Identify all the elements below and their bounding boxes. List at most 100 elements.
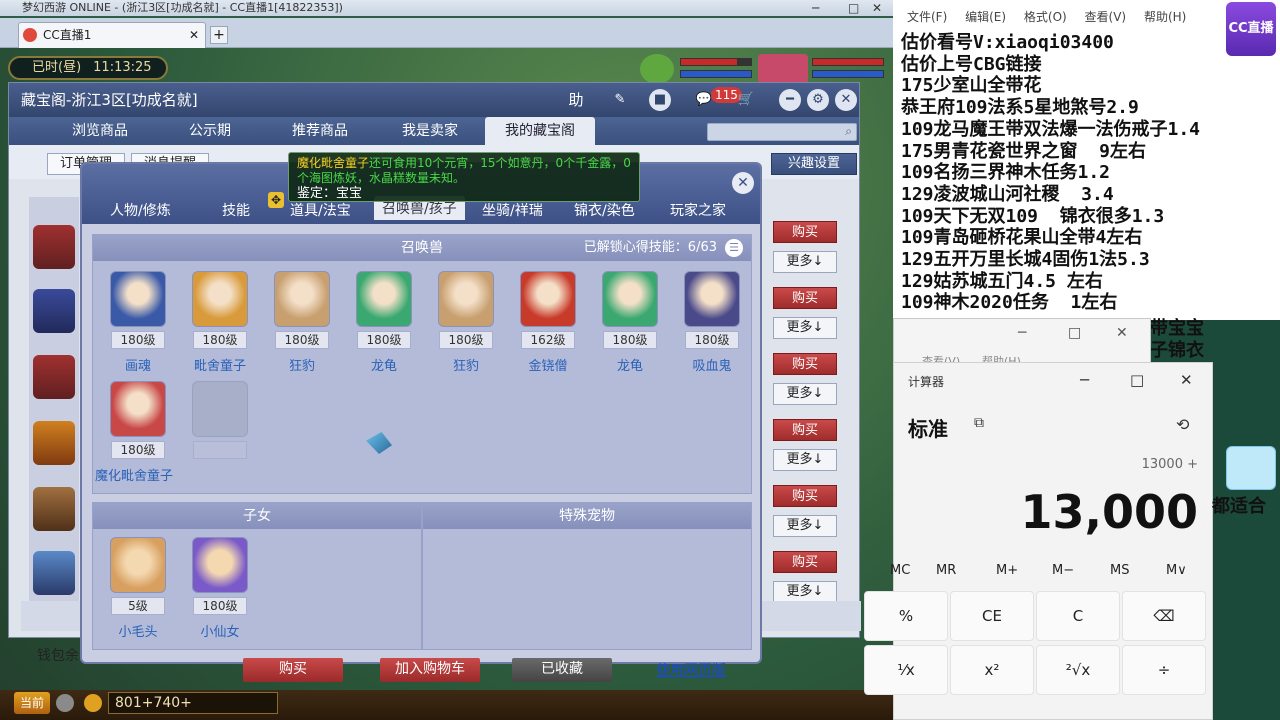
current-channel-button[interactable]: 当前 (14, 692, 50, 714)
memory-recall-button[interactable]: MR (936, 563, 956, 578)
add-to-cart-button[interactable]: 加入购物车 (380, 658, 480, 682)
tab-seller[interactable]: 我是卖家 (385, 117, 475, 145)
kid-card[interactable]: 5级 小毛头 (109, 537, 167, 640)
tab-mounts[interactable]: 坐骑/祥瑞 (482, 200, 543, 220)
empty-pet-slot[interactable] (191, 381, 249, 459)
close-icon[interactable]: ✕ (1180, 371, 1193, 389)
more-button[interactable]: 更多↓ (773, 581, 837, 603)
memory-store-button[interactable]: MS (1110, 563, 1129, 578)
more-button[interactable]: 更多↓ (773, 251, 837, 273)
pet-name[interactable]: 毗舍童子 (191, 355, 249, 374)
buy-button[interactable]: 购买 (773, 353, 837, 375)
listing-thumb[interactable] (33, 225, 75, 269)
pet-card[interactable]: 180级 龙龟 (601, 271, 659, 374)
menu-edit[interactable]: 编辑(E) (965, 10, 1006, 24)
menu-file[interactable]: 文件(F) (907, 10, 947, 24)
favorited-button[interactable]: 已收藏 (512, 658, 612, 682)
close-icon[interactable]: ✕ (835, 89, 857, 111)
cart-icon[interactable]: 🛒 (735, 89, 757, 111)
tab-items[interactable]: 道具/法宝 (290, 200, 351, 220)
square-button[interactable]: x² (950, 645, 1034, 695)
popup-close-icon[interactable]: ✕ (732, 172, 754, 194)
memory-subtract-button[interactable]: M− (1052, 563, 1074, 578)
microphone-icon[interactable] (56, 694, 74, 712)
backspace-button[interactable]: ⌫ (1122, 591, 1206, 641)
pet-name[interactable]: 狂豹 (437, 355, 495, 374)
tab-skills[interactable]: 技能 (222, 200, 250, 220)
pen-icon[interactable]: ✎ (609, 89, 631, 111)
stop-icon[interactable]: ■ (649, 89, 671, 111)
listing-thumb[interactable] (33, 487, 75, 531)
tab-character[interactable]: 人物/修炼 (110, 200, 171, 220)
pet-name[interactable]: 龙龟 (601, 355, 659, 374)
more-button[interactable]: 更多↓ (773, 383, 837, 405)
memory-clear-button[interactable]: MC (890, 563, 910, 578)
help-button[interactable]: 助 (565, 89, 587, 111)
minimize-icon[interactable]: ─ (1080, 371, 1089, 389)
pet-name[interactable]: 金铙僧 (519, 355, 577, 374)
web-version-link[interactable]: 使用网页版 (656, 660, 726, 680)
search-input[interactable]: ⌕ (707, 123, 857, 141)
pet-name[interactable]: 龙龟 (355, 355, 413, 374)
tab-browse[interactable]: 浏览商品 (55, 117, 145, 145)
close-icon[interactable]: ✕ (1116, 325, 1128, 341)
browser-tab[interactable]: CC直播1 ✕ (18, 22, 206, 48)
menu-icon[interactable]: ☰ (725, 239, 743, 257)
pet-name[interactable]: 画魂 (109, 355, 167, 374)
pet-card[interactable]: 162级 金铙僧 (519, 271, 577, 374)
pet-card[interactable]: 180级 画魂 (109, 271, 167, 374)
tab-public[interactable]: 公示期 (165, 117, 255, 145)
keep-on-top-icon[interactable]: ⧉ (974, 415, 984, 431)
pet-name[interactable]: 吸血鬼 (683, 355, 741, 374)
kid-name[interactable]: 小毛头 (109, 621, 167, 640)
tab-close-icon[interactable]: ✕ (189, 23, 199, 47)
clear-entry-button[interactable]: CE (950, 591, 1034, 641)
menu-help[interactable]: 帮助(H) (1144, 10, 1186, 24)
menu-format[interactable]: 格式(O) (1024, 10, 1067, 24)
memory-list-button[interactable]: M∨ (1166, 563, 1187, 578)
listing-thumb[interactable] (33, 551, 75, 595)
divide-button[interactable]: ÷ (1122, 645, 1206, 695)
close-icon[interactable]: ✕ (872, 0, 882, 16)
search-icon[interactable]: ⌕ (845, 124, 852, 139)
kid-name[interactable]: 小仙女 (191, 621, 249, 640)
buy-button[interactable]: 购买 (773, 287, 837, 309)
buy-button[interactable]: 购买 (773, 221, 837, 243)
buy-button[interactable]: 购买 (773, 419, 837, 441)
pet-name[interactable]: 魔化毗舍童子 (95, 465, 173, 484)
buy-button[interactable]: 购买 (773, 551, 837, 573)
menu-view[interactable]: 查看(V) (1085, 10, 1127, 24)
kid-card[interactable]: 180级 小仙女 (191, 537, 249, 640)
pet-card[interactable]: 180级 狂豹 (437, 271, 495, 374)
clear-button[interactable]: C (1036, 591, 1120, 641)
memory-add-button[interactable]: M+ (996, 563, 1018, 578)
notepad-text[interactable]: 估价看号V:xiaoqi03400 估价上号CBG链接 175少室山全带花 恭王府10… (901, 32, 1280, 314)
more-button[interactable]: 更多↓ (773, 515, 837, 537)
listing-thumb[interactable] (33, 289, 75, 333)
maximize-icon[interactable]: □ (1130, 371, 1144, 389)
settings-icon[interactable]: ⚙ (807, 89, 829, 111)
maximize-icon[interactable]: □ (848, 0, 859, 16)
coordinates-input[interactable]: 801+740+ (108, 692, 278, 714)
side-widget-icon[interactable] (1226, 446, 1276, 490)
interest-settings-button[interactable]: 兴趣设置 (771, 153, 857, 175)
pet-card[interactable]: 180级 魔化毗舍童子 (95, 381, 173, 484)
more-button[interactable]: 更多↓ (773, 317, 837, 339)
pet-card[interactable]: 180级 龙龟 (355, 271, 413, 374)
tab-my-cbg[interactable]: 我的藏宝阁 (485, 117, 595, 145)
minimize-icon[interactable]: ─ (812, 0, 819, 16)
player-portrait-icon[interactable] (758, 54, 808, 84)
minimize-icon[interactable]: ─ (1018, 325, 1026, 341)
history-icon[interactable]: ⟲ (1176, 415, 1189, 434)
pet-portrait-icon[interactable] (640, 54, 674, 84)
pet-card[interactable]: 180级 吸血鬼 (683, 271, 741, 374)
buy-button[interactable]: 购买 (773, 485, 837, 507)
minimize-icon[interactable]: ━ (779, 89, 801, 111)
listing-thumb[interactable] (33, 355, 75, 399)
popup-buy-button[interactable]: 购买 (243, 658, 343, 682)
tab-recommend[interactable]: 推荐商品 (275, 117, 365, 145)
tab-outfits[interactable]: 锦衣/染色 (574, 200, 635, 220)
tab-player-home[interactable]: 玩家之家 (670, 200, 726, 220)
pet-card[interactable]: 180级 狂豹 (273, 271, 331, 374)
emoji-icon[interactable] (84, 694, 102, 712)
